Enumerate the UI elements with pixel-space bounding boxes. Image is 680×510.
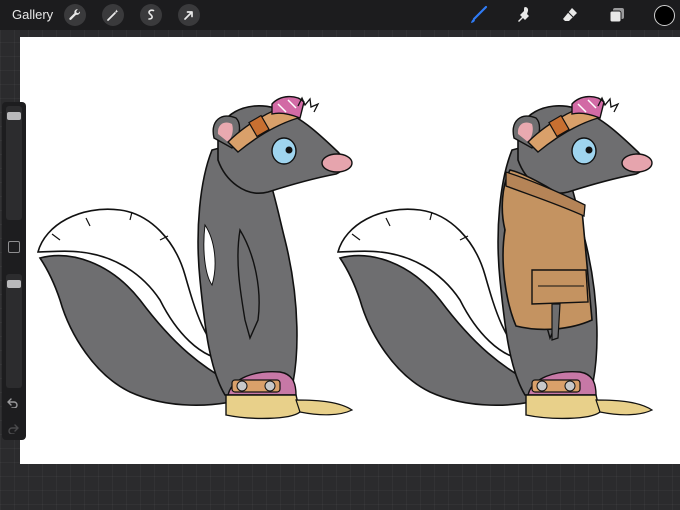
- actions-button[interactable]: [64, 4, 86, 26]
- layers-icon: [609, 8, 624, 23]
- skunk-drawing-left: [37, 95, 353, 420]
- left-sidebar: [2, 102, 26, 440]
- selection-button[interactable]: [140, 4, 162, 26]
- eraser-tool-button[interactable]: [559, 4, 581, 26]
- selection-icon: [148, 9, 155, 20]
- undo-icon: [7, 398, 18, 408]
- brush-size-slider[interactable]: [6, 106, 22, 220]
- drawing-canvas[interactable]: [20, 37, 680, 464]
- brush-icon: [471, 5, 488, 23]
- skunk-artwork: [37, 95, 653, 420]
- redo-icon: [8, 424, 19, 434]
- redo-button[interactable]: [7, 424, 21, 436]
- magic-wand-icon: [107, 9, 119, 21]
- smudge-tool-button[interactable]: [513, 4, 535, 26]
- brush-size-handle[interactable]: [7, 112, 21, 120]
- top-toolbar: Gallery: [0, 0, 680, 30]
- adjustments-button[interactable]: [102, 4, 124, 26]
- undo-button[interactable]: [7, 398, 21, 410]
- opacity-slider[interactable]: [6, 274, 22, 388]
- brush-tool-button[interactable]: [468, 4, 490, 26]
- transform-arrow-icon: [184, 11, 193, 20]
- wrench-icon: [69, 9, 81, 20]
- transform-button[interactable]: [178, 4, 200, 26]
- eraser-icon: [563, 8, 577, 21]
- gallery-button[interactable]: Gallery: [12, 7, 53, 22]
- opacity-handle[interactable]: [7, 280, 21, 288]
- layers-button[interactable]: [606, 4, 628, 26]
- smudge-icon: [518, 7, 529, 22]
- color-swatch-button[interactable]: [654, 5, 675, 26]
- modify-button[interactable]: [8, 241, 20, 253]
- skunk-drawing-right: [337, 95, 653, 420]
